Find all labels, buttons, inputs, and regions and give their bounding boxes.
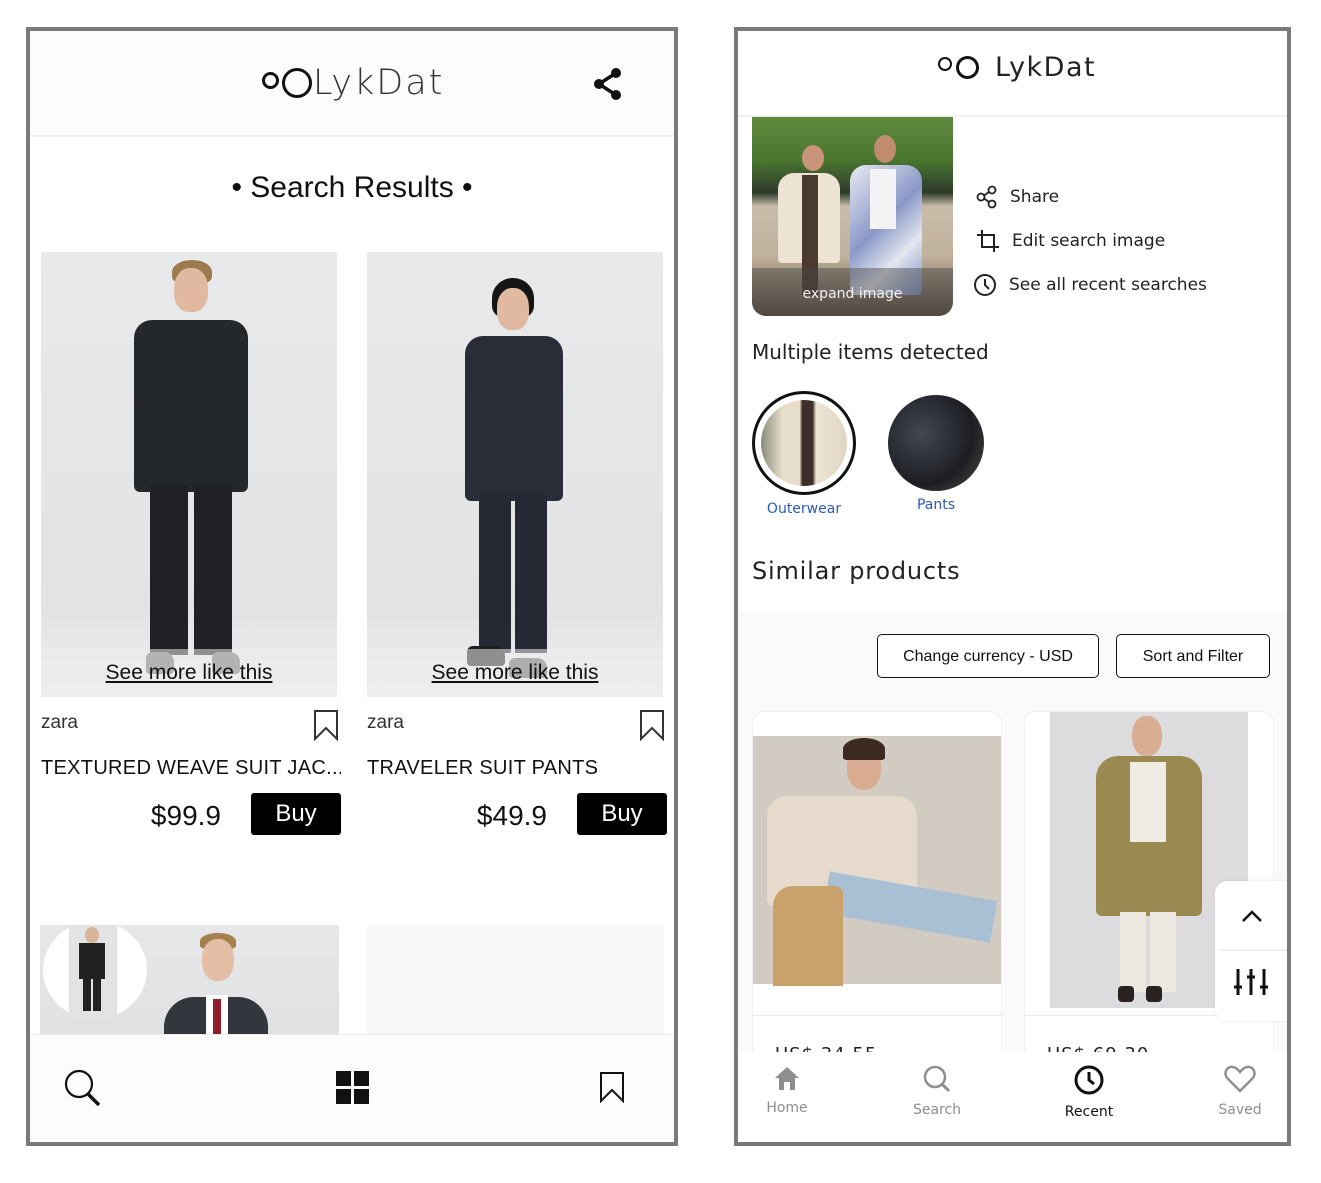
detected-item-thumbnail (752, 391, 856, 495)
nav-saved[interactable]: Saved (1195, 1064, 1285, 1118)
logo-small-circle (262, 71, 279, 89)
detected-item-thumbnail (888, 395, 984, 491)
product-card-partial[interactable] (40, 925, 339, 1037)
app-header: LykDat (738, 31, 1287, 117)
search-results-screen: LykDat • Search Results • See more like … (26, 27, 678, 1146)
nav-search-label: Search (912, 1102, 962, 1118)
product-card[interactable]: See more like this zara TEXTURED WEAVE S… (41, 252, 341, 835)
product-price: $99.9 (150, 800, 221, 831)
buy-button[interactable]: Buy (577, 793, 667, 835)
edit-search-image-action[interactable]: Edit search image (976, 229, 1165, 253)
edit-search-image-label: Edit search image (1012, 231, 1166, 251)
chevron-up-icon[interactable] (1241, 909, 1263, 923)
clock-icon (1074, 1065, 1104, 1095)
product-price: $49.9 (476, 800, 547, 831)
logo-small-circle (938, 56, 952, 71)
share-icon[interactable] (592, 67, 624, 101)
recent-search-screen: LykDat expand image Share Edit search im… (734, 27, 1291, 1146)
similar-product-card[interactable]: US$ 34.55 (752, 711, 1002, 1071)
detected-item-label: Outerwear (766, 501, 842, 517)
product-image (753, 736, 1001, 986)
heart-icon (1224, 1065, 1256, 1093)
search-icon (923, 1065, 951, 1093)
model-figure (459, 278, 569, 688)
lykdat-logo: LykDat (262, 63, 444, 103)
change-currency-button[interactable]: Change currency - USD (877, 634, 1099, 678)
multiple-items-detected-title: Multiple items detected (752, 340, 989, 364)
model-figure (126, 260, 256, 690)
product-image[interactable]: See more like this (41, 252, 337, 697)
clock-icon (974, 274, 996, 296)
grid-icon[interactable] (336, 1071, 370, 1105)
sort-and-filter-button[interactable]: Sort and Filter (1116, 634, 1270, 678)
nav-recent-label: Recent (1064, 1104, 1114, 1120)
nav-saved-label: Saved (1218, 1102, 1262, 1118)
product-brand: zara (41, 712, 78, 733)
search-image[interactable]: expand image (752, 117, 953, 316)
bookmark-icon[interactable] (599, 1071, 625, 1103)
buy-button[interactable]: Buy (251, 793, 341, 835)
nav-search[interactable]: Search (892, 1064, 982, 1118)
search-icon[interactable] (62, 1067, 104, 1109)
share-label: Share (1010, 187, 1060, 207)
similar-products-section: Change currency - USD Sort and Filter US… (738, 611, 1287, 1071)
detected-item-pants[interactable]: Pants (884, 391, 988, 513)
product-name: TRAVELER SUIT PANTS (367, 757, 599, 779)
detected-item-label: Pants (916, 497, 956, 513)
sliders-icon[interactable] (1234, 967, 1268, 997)
home-icon (775, 1067, 799, 1090)
nav-recent[interactable]: Recent (1044, 1064, 1134, 1120)
mini-thumbnail (43, 925, 147, 1019)
lykdat-logo: LykDat (938, 52, 1096, 83)
product-image[interactable]: See more like this (367, 252, 663, 697)
see-recent-searches-action[interactable]: See all recent searches (973, 273, 1207, 297)
floating-actions (1215, 881, 1287, 1021)
person-head (802, 145, 824, 171)
expand-image-button[interactable]: expand image (752, 268, 953, 316)
crop-icon (977, 230, 999, 252)
bottom-navigation: Home Search Recent Saved (738, 1052, 1287, 1142)
logo-text: LykDat (313, 63, 445, 103)
product-card[interactable]: See more like this zara TRAVELER SUIT PA… (367, 252, 667, 835)
logo-big-circle (282, 68, 312, 98)
model-figure (164, 933, 268, 1037)
card-divider (753, 1015, 1001, 1016)
product-name: TEXTURED WEAVE SUIT JAC... (41, 757, 341, 779)
app-header: LykDat (30, 31, 674, 137)
white-top (870, 169, 896, 229)
bottom-navigation (30, 1034, 674, 1142)
product-card-placeholder (367, 925, 664, 1037)
see-more-like-this-link[interactable]: See more like this (367, 649, 663, 697)
bookmark-icon[interactable] (639, 709, 665, 741)
logo-text: LykDat (995, 52, 1097, 83)
fab-separator (1221, 949, 1287, 951)
share-action[interactable]: Share (976, 185, 1059, 209)
bookmark-icon[interactable] (313, 709, 339, 741)
see-more-like-this-link[interactable]: See more like this (41, 649, 337, 697)
logo-big-circle (956, 56, 979, 79)
nav-home-label: Home (766, 1100, 808, 1116)
similar-products-title: Similar products (752, 557, 961, 585)
see-recent-searches-label: See all recent searches (1009, 275, 1207, 295)
share-icon (976, 185, 997, 209)
person-head (874, 135, 896, 163)
product-brand: zara (367, 712, 404, 733)
search-results-title: • Search Results • (231, 171, 473, 204)
nav-home[interactable]: Home (742, 1064, 832, 1116)
detected-item-outerwear[interactable]: Outerwear (752, 391, 856, 517)
